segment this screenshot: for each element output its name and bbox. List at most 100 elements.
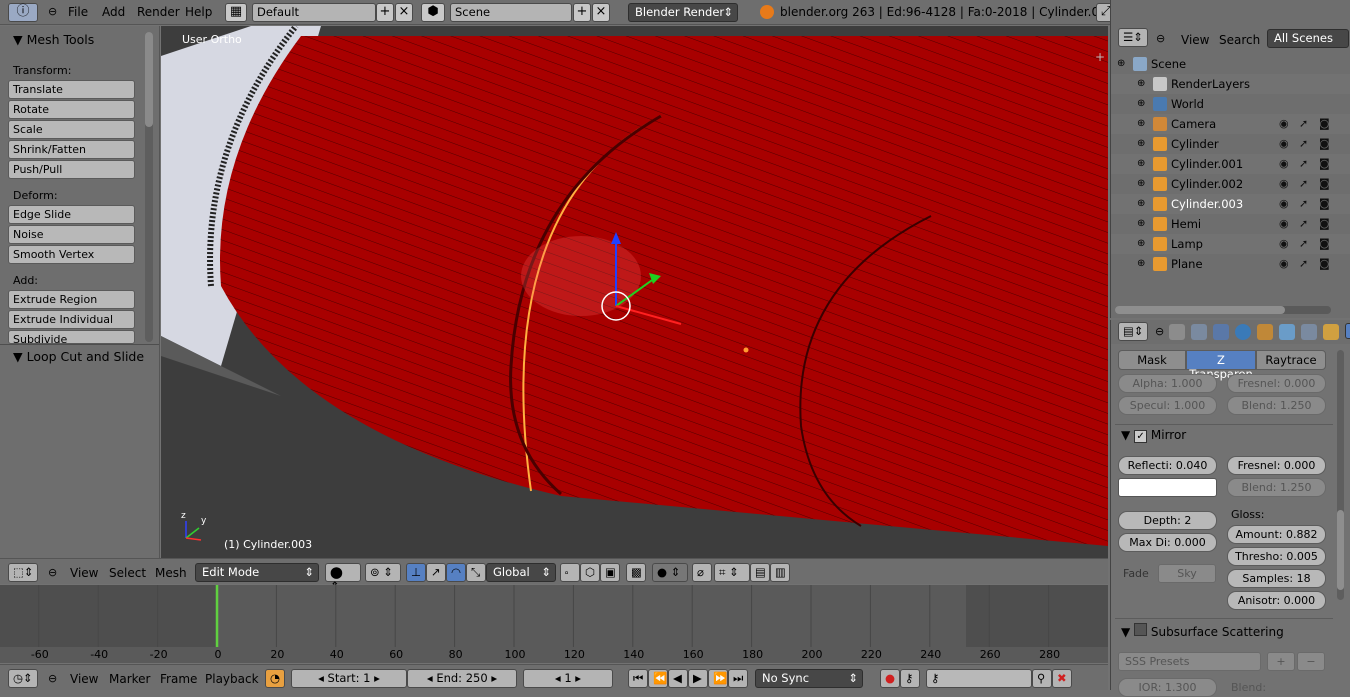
keying-set-icon[interactable]: ⚷ xyxy=(900,669,920,688)
outliner-item-scene[interactable]: ⊕ Scene xyxy=(1111,54,1350,74)
selectable-arrow-icon[interactable]: ➚ xyxy=(1299,117,1308,130)
scene-field[interactable]: Scene xyxy=(450,3,572,22)
push-pull-button[interactable]: Push/Pull xyxy=(8,160,135,179)
menu-file[interactable]: File xyxy=(68,5,88,19)
selectable-arrow-icon[interactable]: ➚ xyxy=(1299,137,1308,150)
outliner-item-plane[interactable]: ⊕ Plane ◉ ➚ ◙ xyxy=(1111,254,1350,274)
render-image-icon[interactable]: ▤ xyxy=(750,563,770,582)
visibility-eye-icon[interactable]: ◉ xyxy=(1279,217,1289,230)
material-tab-icon[interactable] xyxy=(1345,323,1350,339)
delete-keyframe-icon[interactable]: ✖ xyxy=(1052,669,1072,688)
scale-button[interactable]: Scale xyxy=(8,120,135,139)
remove-layout-button[interactable]: × xyxy=(395,3,413,22)
expand-icon[interactable]: ⊕ xyxy=(1137,98,1145,109)
tab-mask[interactable]: Mask xyxy=(1118,350,1186,370)
collapse-menu-icon[interactable]: ⊖ xyxy=(1156,32,1165,45)
selectable-arrow-icon[interactable]: ➚ xyxy=(1299,237,1308,250)
mode-select[interactable]: Edit Mode ⇕ xyxy=(195,563,319,582)
preview-range-icon[interactable]: ◔ xyxy=(265,669,285,688)
expand-icon[interactable]: ⊕ xyxy=(1137,118,1145,129)
manipulator-toggle-icon[interactable]: ⊥ xyxy=(406,563,426,582)
edge-slide-button[interactable]: Edge Slide xyxy=(8,205,135,224)
snap-element-select[interactable]: ⌗ ⇕ xyxy=(714,563,750,582)
renderable-camera-icon[interactable]: ◙ xyxy=(1319,217,1330,230)
render-engine-select[interactable]: Blender Render ⇕ xyxy=(628,3,738,22)
alpha-field[interactable]: Alpha: 1.000 xyxy=(1118,374,1217,393)
pivot-point-select[interactable]: ⊚ ⇕ xyxy=(365,563,401,582)
jump-keyframe-forward-icon[interactable]: ⏩ xyxy=(708,669,728,688)
outliner-item-cylinder-002[interactable]: ⊕ Cylinder.002 ◉ ➚ ◙ xyxy=(1111,174,1350,194)
properties-editor-icon[interactable]: ▤⇕ xyxy=(1118,322,1148,341)
scale-manipulator-icon[interactable]: ⤡ xyxy=(466,563,486,582)
expand-icon[interactable]: ⊕ xyxy=(1137,218,1145,229)
outliner-editor-icon[interactable]: ☰⇕ xyxy=(1118,28,1148,47)
outliner-filter-select[interactable]: All Scenes xyxy=(1267,29,1349,48)
collapse-menu-icon[interactable]: ⊖ xyxy=(1155,325,1164,338)
screen-layout-icon[interactable]: ▦ xyxy=(225,3,247,22)
selectable-arrow-icon[interactable]: ➚ xyxy=(1299,157,1308,170)
gloss-threshold-field[interactable]: Thresho: 0.005 xyxy=(1227,547,1326,566)
tab-z-transparency[interactable]: Z Transparen xyxy=(1186,350,1256,381)
selectable-arrow-icon[interactable]: ➚ xyxy=(1299,177,1308,190)
ior-field[interactable]: IOR: 1.300 xyxy=(1118,678,1217,697)
menu-render[interactable]: Render xyxy=(137,5,180,19)
gloss-amount-field[interactable]: Amount: 0.882 xyxy=(1227,525,1326,544)
vertex-select-icon[interactable]: ⬞ xyxy=(560,563,580,582)
expand-icon[interactable]: ⊕ xyxy=(1137,198,1145,209)
renderable-camera-icon[interactable]: ◙ xyxy=(1319,177,1330,190)
outliner-item-cylinder-003[interactable]: ⊕ Cylinder.003 ◉ ➚ ◙ xyxy=(1111,194,1350,214)
end-frame-field[interactable]: ◂ End: 250 ▸ xyxy=(407,669,517,688)
rotate-button[interactable]: Rotate xyxy=(8,100,135,119)
record-icon[interactable]: ● xyxy=(880,669,900,688)
anisotropy-field[interactable]: Anisotr: 0.000 xyxy=(1227,591,1326,610)
viewport-shading-select[interactable]: ⬤ ⇕ xyxy=(325,563,361,593)
visibility-eye-icon[interactable]: ◉ xyxy=(1279,117,1289,130)
keying-set-field[interactable]: ⚷ xyxy=(926,669,1032,688)
edge-select-icon[interactable]: ⬡ xyxy=(580,563,600,582)
visibility-eye-icon[interactable]: ◉ xyxy=(1279,197,1289,210)
mesh-data-tab-icon[interactable] xyxy=(1323,324,1339,340)
properties-scrollbar[interactable] xyxy=(1337,350,1344,600)
constraints-tab-icon[interactable] xyxy=(1279,324,1295,340)
expand-icon[interactable]: ⊕ xyxy=(1117,58,1125,69)
expand-icon[interactable]: ⊕ xyxy=(1137,78,1145,89)
play-reverse-icon[interactable]: ◀ xyxy=(668,669,688,688)
outliner-menu-view[interactable]: View xyxy=(1181,33,1209,47)
outliner-item-cylinder-001[interactable]: ⊕ Cylinder.001 ◉ ➚ ◙ xyxy=(1111,154,1350,174)
translate-button[interactable]: Translate xyxy=(8,80,135,99)
translate-manipulator-icon[interactable]: ↗ xyxy=(426,563,446,582)
renderable-camera-icon[interactable]: ◙ xyxy=(1319,197,1330,210)
selectable-arrow-icon[interactable]: ➚ xyxy=(1299,217,1308,230)
jump-end-icon[interactable]: ⏭ xyxy=(728,669,748,688)
limit-selection-icon[interactable]: ▩ xyxy=(626,563,646,582)
outliner-item-hemi[interactable]: ⊕ Hemi ◉ ➚ ◙ xyxy=(1111,214,1350,234)
visibility-eye-icon[interactable]: ◉ xyxy=(1279,237,1289,250)
editor-type-icon[interactable]: ⬚⇕ xyxy=(8,563,38,582)
loop-cut-header[interactable]: ▼ Loop Cut and Slide xyxy=(13,349,144,364)
collapse-menu-icon[interactable]: ⊖ xyxy=(48,672,57,685)
selectable-arrow-icon[interactable]: ➚ xyxy=(1299,257,1308,270)
mirror-panel-header[interactable]: ▼ ✓ Mirror xyxy=(1121,428,1186,443)
depth-field[interactable]: Depth: 2 xyxy=(1118,511,1217,530)
visibility-eye-icon[interactable]: ◉ xyxy=(1279,177,1289,190)
expand-icon[interactable]: ⊕ xyxy=(1137,258,1145,269)
noise-button[interactable]: Noise xyxy=(8,225,135,244)
renderable-camera-icon[interactable]: ◙ xyxy=(1319,137,1330,150)
outliner-item-renderlayers[interactable]: ⊕ RenderLayers xyxy=(1111,74,1350,94)
visibility-eye-icon[interactable]: ◉ xyxy=(1279,157,1289,170)
mirror-checkbox[interactable]: ✓ xyxy=(1134,430,1148,443)
add-preset-button[interactable]: + xyxy=(1267,652,1295,671)
visibility-eye-icon[interactable]: ◉ xyxy=(1279,137,1289,150)
tab-raytrace[interactable]: Raytrace xyxy=(1256,350,1326,370)
menu-view[interactable]: View xyxy=(70,566,98,580)
max-distance-field[interactable]: Max Di: 0.000 xyxy=(1118,533,1217,552)
render-layers-tab-icon[interactable] xyxy=(1191,324,1207,340)
object-tab-icon[interactable] xyxy=(1257,324,1273,340)
smooth-vertex-button[interactable]: Smooth Vertex xyxy=(8,245,135,264)
shrink-fatten-button[interactable]: Shrink/Fatten xyxy=(8,140,135,159)
outliner-item-camera[interactable]: ⊕ Camera ◉ ➚ ◙ xyxy=(1111,114,1350,134)
collapse-menu-icon[interactable]: ⊖ xyxy=(48,566,57,579)
play-icon[interactable]: ▶ xyxy=(688,669,708,688)
fade-select[interactable]: Sky xyxy=(1158,564,1216,583)
menu-add[interactable]: Add xyxy=(102,5,125,19)
